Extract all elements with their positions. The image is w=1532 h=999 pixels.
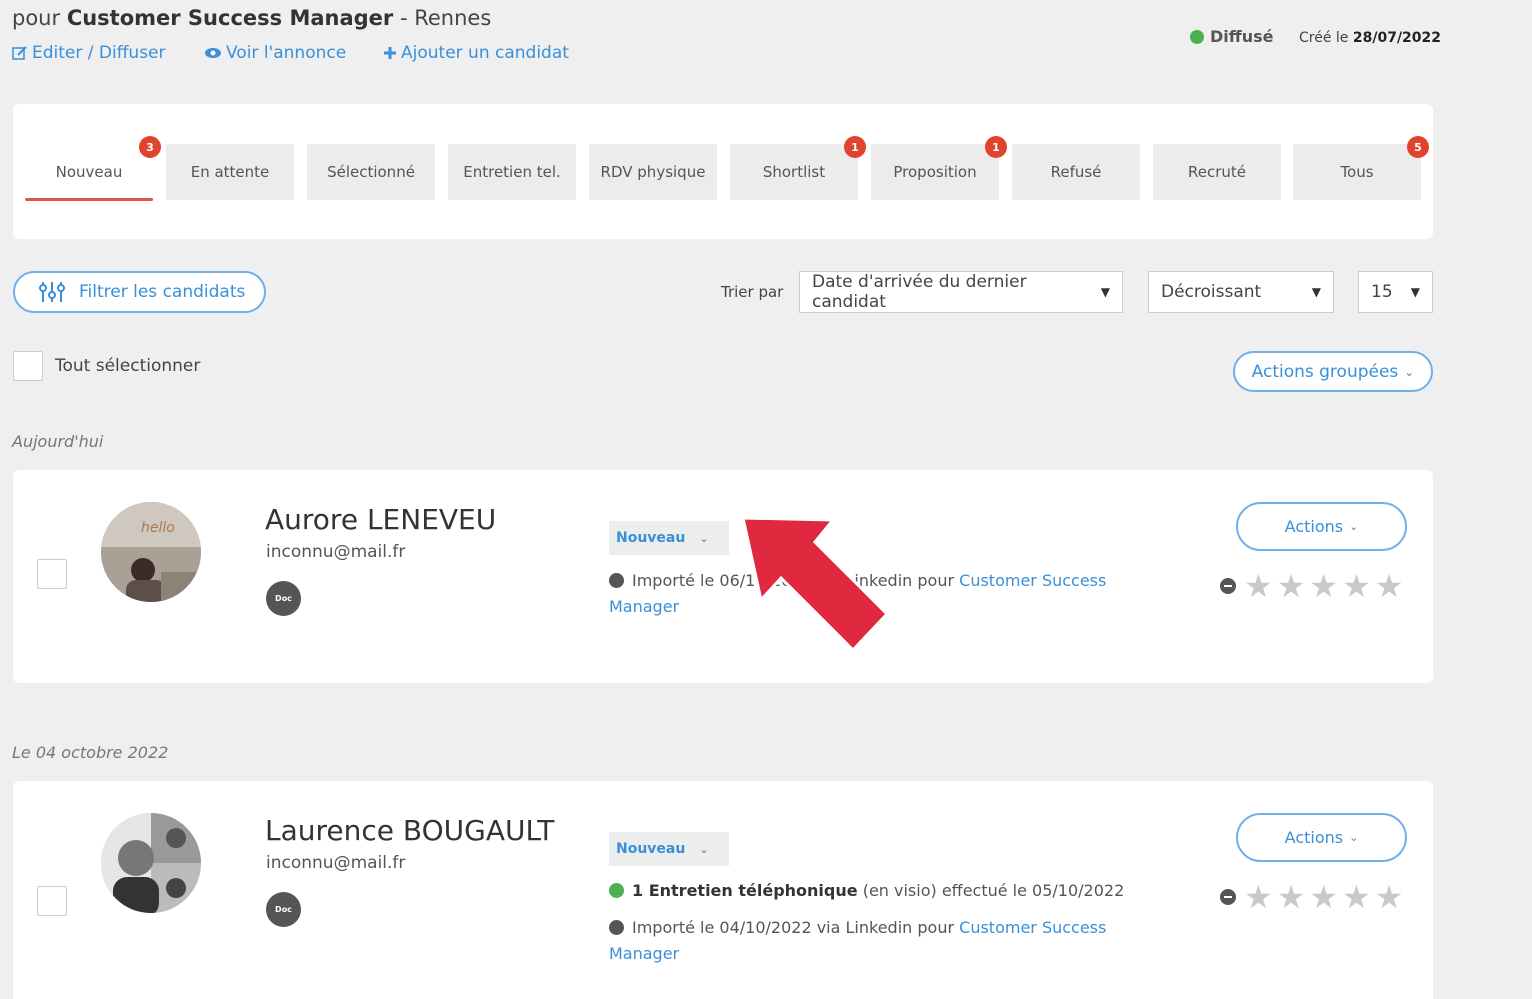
candidate-checkbox[interactable] [37,559,67,589]
status-tabs: Nouveau 3 En attente Sélectionné Entreti… [13,104,1433,239]
history-dot [609,920,624,935]
tab-badge: 5 [1407,136,1429,158]
tab-selectionne[interactable]: Sélectionné [307,144,435,200]
star-icon[interactable]: ★ [1342,570,1371,602]
chevron-down-icon: ⌄ [1404,364,1415,379]
caret-down-icon: ▼ [1311,285,1321,299]
tab-shortlist[interactable]: Shortlist 1 [730,136,866,200]
candidate-status-dropdown[interactable]: Nouveau ⌄ [609,521,729,555]
star-icon[interactable]: ★ [1375,570,1404,602]
add-candidate-label: Ajouter un candidat [401,43,569,63]
candidate-actions-button[interactable]: Actions ⌄ [1236,813,1407,862]
tab-recrute[interactable]: Recruté [1153,144,1281,200]
status-dot [1190,29,1204,44]
tab-refuse[interactable]: Refusé [1012,144,1140,200]
star-rating: ★ ★ ★ ★ ★ [1220,881,1403,913]
caret-down-icon: ▼ [1100,285,1110,299]
annotation-arrow-icon [741,516,890,653]
edit-link-label: Editer / Diffuser [32,43,166,63]
tab-entretien-tel[interactable]: Entretien tel. [448,144,576,200]
star-icon[interactable]: ★ [1309,881,1338,913]
sort-label: Trier par [721,283,784,301]
star-icon[interactable]: ★ [1244,570,1273,602]
tab-tous[interactable]: Tous 5 [1293,136,1429,200]
candidate-name[interactable]: Aurore LENEVEU [265,503,496,536]
filter-label: Filtrer les candidats [79,282,246,302]
tab-en-attente[interactable]: En attente [166,144,294,200]
edit-icon [12,46,27,60]
caret-down-icon: ▼ [1410,285,1420,299]
grouped-actions-button[interactable]: Actions groupées ⌄ [1233,351,1433,392]
chevron-down-icon: ⌄ [699,842,709,856]
candidate-history: Importé le 04/10/2022 via Linkedin pour … [609,918,1107,963]
eye-icon [205,48,221,58]
star-icon[interactable]: ★ [1277,881,1306,913]
svg-text:hello: hello [141,520,175,536]
select-all-label: Tout sélectionner [55,356,201,376]
title-prefix: pour [12,6,61,30]
header-links: Editer / Diffuser [12,43,166,65]
add-candidate-link[interactable]: Ajouter un candidat [383,43,569,63]
chevron-down-icon: ⌄ [1349,831,1359,844]
star-icon[interactable]: ★ [1375,881,1404,913]
chevron-down-icon: ⌄ [1349,520,1359,533]
avatar[interactable] [101,813,201,913]
candidate-name[interactable]: Laurence BOUGAULT [265,814,554,847]
order-select[interactable]: Décroissant ▼ [1148,271,1334,313]
chevron-down-icon: ⌄ [699,531,709,545]
star-icon[interactable]: ★ [1309,570,1338,602]
created-date: Créé le 28/07/2022 [1299,30,1442,46]
tab-badge: 3 [139,136,161,158]
job-location: - Rennes [399,6,492,30]
document-icon[interactable]: Doc [266,892,301,927]
clear-rating-icon[interactable] [1220,889,1236,905]
sliders-icon [39,282,65,302]
document-icon[interactable]: Doc [266,581,301,616]
clear-rating-icon[interactable] [1220,578,1236,594]
candidate-email: inconnu@mail.fr [266,542,406,562]
tab-nouveau[interactable]: Nouveau 3 [25,136,161,201]
filter-candidates-button[interactable]: Filtrer les candidats [13,271,266,313]
job-title: Customer Success Manager [66,6,394,30]
star-icon[interactable]: ★ [1342,881,1371,913]
candidate-email: inconnu@mail.fr [266,853,406,873]
edit-link[interactable]: Editer / Diffuser [12,43,166,63]
view-ad-link[interactable]: Voir l'annonce [204,43,346,63]
candidate-card: hello Aurore LENEVEU inconnu@mail.fr Doc… [13,470,1433,683]
section-date-label: Aujourd'hui [12,432,104,451]
per-page-select[interactable]: 15 ▼ [1358,271,1433,313]
history-dot [609,883,624,898]
publication-status: Diffusé [1190,27,1274,46]
plus-icon [384,47,396,59]
status-label: Diffusé [1210,27,1274,46]
star-icon[interactable]: ★ [1277,570,1306,602]
tab-badge: 1 [985,136,1007,158]
tab-proposition[interactable]: Proposition 1 [871,136,1007,200]
candidate-actions-button[interactable]: Actions ⌄ [1236,502,1407,551]
tab-badge: 1 [844,136,866,158]
star-icon[interactable]: ★ [1244,881,1273,913]
avatar[interactable]: hello [101,502,201,602]
star-rating: ★ ★ ★ ★ ★ [1220,570,1403,602]
interview-history: 1 Entretien téléphonique (en visio) effe… [609,878,1129,904]
page-title: pour Customer Success Manager - Rennes [12,6,491,30]
candidate-checkbox[interactable] [37,886,67,916]
history-dot [609,573,624,588]
section-date-label: Le 04 octobre 2022 [12,743,169,762]
sort-select[interactable]: Date d'arrivée du dernier candidat ▼ [799,271,1123,313]
select-all-checkbox[interactable] [13,351,43,381]
candidate-status-dropdown[interactable]: Nouveau ⌄ [609,832,729,866]
tab-rdv-physique[interactable]: RDV physique [589,144,717,200]
select-all: Tout sélectionner [13,351,200,381]
view-ad-label: Voir l'annonce [226,43,347,63]
candidate-card: Laurence BOUGAULT inconnu@mail.fr Doc No… [13,781,1433,999]
